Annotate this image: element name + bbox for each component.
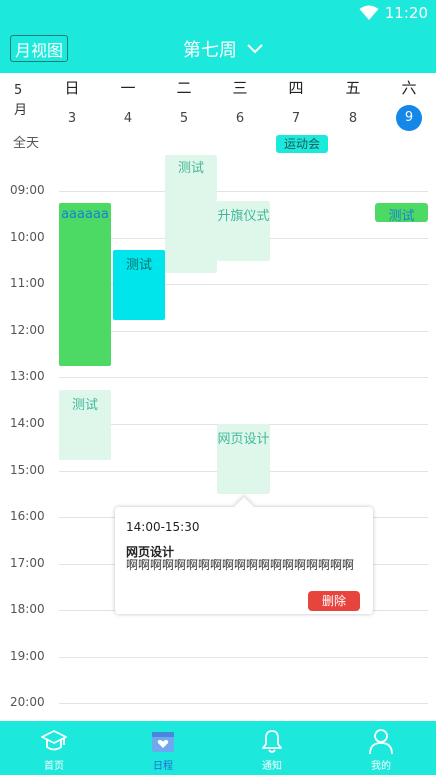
day-date: 4: [123, 111, 133, 126]
event-detail-popup: 14:00-15:30 网页设计 啊啊啊啊啊啊啊啊啊啊啊啊啊啊啊啊啊啊啊 删除: [115, 497, 373, 614]
week-selector[interactable]: 第七周: [183, 37, 263, 61]
day-date: 3: [67, 111, 77, 126]
month-view-button[interactable]: 月视图: [10, 35, 68, 62]
bottom-tab-bar: 首页 日程 通知 我的: [0, 721, 436, 775]
wifi-icon: [359, 5, 379, 20]
day-date: 5: [179, 111, 189, 126]
day-name: 四: [288, 79, 304, 97]
event-block[interactable]: 升旗仪式: [217, 201, 270, 261]
all-day-label: 全天: [13, 136, 40, 151]
tab-label: 首页: [44, 761, 64, 772]
hour-row: 20:00: [0, 695, 436, 709]
hour-line: [59, 703, 428, 704]
hour-line: [59, 191, 428, 192]
tab-label: 通知: [262, 761, 282, 772]
event-block[interactable]: 测试: [59, 390, 111, 460]
hour-label: 11:00: [10, 276, 45, 290]
day-name: 一: [120, 79, 136, 97]
hour-label: 12:00: [10, 323, 45, 337]
hour-label: 14:00: [10, 416, 45, 430]
status-time: 11:20: [384, 4, 428, 22]
graduation-cap-icon: [41, 730, 67, 751]
hour-label: 18:00: [10, 602, 45, 616]
time-grid[interactable]: 09:00 10:00 11:00 12:00 13:00 14:00 15:0…: [0, 155, 436, 721]
bell-icon: [262, 730, 282, 753]
hour-label: 16:00: [10, 509, 45, 523]
hour-label: 19:00: [10, 649, 45, 663]
hour-row: 13:00: [0, 369, 436, 383]
hour-line: [59, 377, 428, 378]
hour-row: 19:00: [0, 649, 436, 663]
calendar-heart-icon: [152, 732, 174, 752]
day-date: 8: [348, 111, 358, 126]
popup-description: 啊啊啊啊啊啊啊啊啊啊啊啊啊啊啊啊啊啊啊: [126, 558, 355, 572]
event-block[interactable]: aaaaaa: [59, 203, 111, 366]
day-date: 6: [235, 111, 245, 126]
hour-label: 20:00: [10, 695, 45, 709]
event-block[interactable]: 测试: [113, 250, 165, 320]
user-icon: [369, 729, 393, 755]
chevron-down-icon: [247, 44, 263, 54]
month-label: 5 月: [14, 81, 28, 121]
week-day-header: 5 月 日 3 一 4 二 5 三 6 四 7 五 8 六 9: [0, 73, 436, 133]
hour-line: [59, 657, 428, 658]
delete-button[interactable]: 删除: [308, 591, 360, 611]
day-column-tue[interactable]: 二 5: [169, 77, 199, 130]
tab-label: 日程: [153, 761, 173, 772]
month-number: 5: [14, 83, 23, 98]
day-column-mon[interactable]: 一 4: [113, 77, 143, 130]
tab-profile[interactable]: 我的: [351, 727, 411, 772]
day-column-sat[interactable]: 六 9: [394, 77, 424, 131]
tab-home[interactable]: 首页: [24, 727, 84, 772]
day-name: 三: [232, 79, 248, 97]
day-column-sun[interactable]: 日 3: [57, 77, 87, 130]
popup-time: 14:00-15:30: [126, 520, 200, 534]
day-name: 日: [64, 79, 80, 97]
top-header: 11:20 月视图 第七周: [0, 0, 436, 73]
hour-label: 09:00: [10, 183, 45, 197]
day-name: 二: [176, 79, 192, 97]
day-column-fri[interactable]: 五 8: [338, 77, 368, 130]
event-block[interactable]: 测试: [375, 203, 428, 222]
hour-row: 09:00: [0, 183, 436, 197]
tab-label: 我的: [371, 761, 391, 772]
status-bar: 11:20: [359, 4, 428, 22]
hour-line: [59, 331, 428, 332]
tab-notifications[interactable]: 通知: [242, 727, 302, 772]
all-day-event[interactable]: 运动会: [276, 135, 328, 153]
day-column-thu[interactable]: 四 7: [281, 77, 311, 130]
app-root: { "status_bar": { "time": "11:20", "wifi…: [0, 0, 436, 775]
tab-schedule[interactable]: 日程: [133, 727, 193, 772]
today-date-badge: 9: [396, 105, 422, 131]
hour-label: 15:00: [10, 463, 45, 477]
day-date: 7: [291, 111, 301, 126]
event-block[interactable]: 网页设计: [217, 424, 270, 494]
hour-label: 13:00: [10, 369, 45, 383]
month-char: 月: [14, 103, 28, 118]
day-column-wed[interactable]: 三 6: [225, 77, 255, 130]
day-name: 六: [401, 79, 417, 97]
day-name: 五: [345, 79, 361, 97]
hour-label: 17:00: [10, 556, 45, 570]
hour-label: 10:00: [10, 230, 45, 244]
week-title: 第七周: [183, 40, 237, 61]
event-block[interactable]: 测试: [165, 155, 217, 273]
